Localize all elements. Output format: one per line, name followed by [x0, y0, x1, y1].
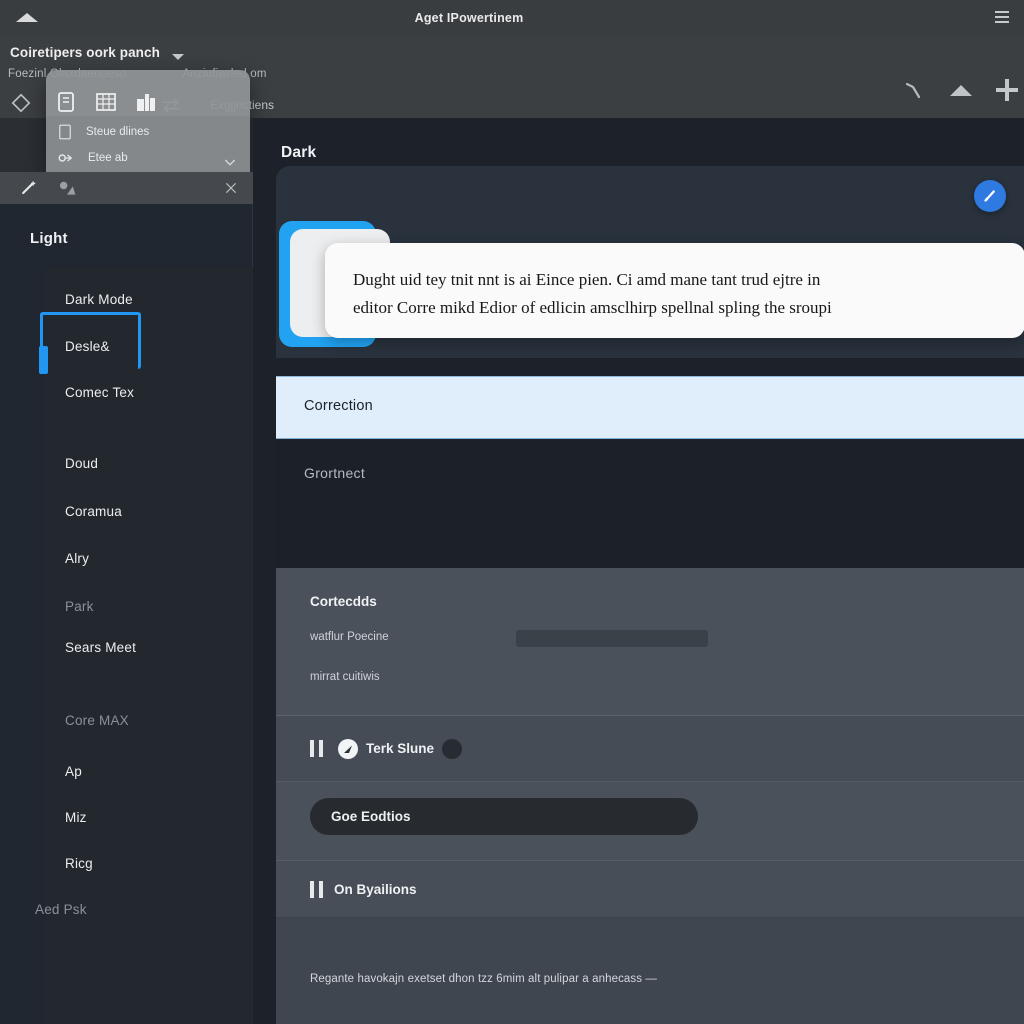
options-row[interactable]: On Byailions — [276, 860, 1024, 918]
sidebar-heading: Light — [30, 230, 68, 247]
sidebar-item-comec-tex[interactable]: Comec Tex — [65, 385, 134, 400]
dot-icon[interactable] — [442, 738, 462, 759]
sidebar-item-ricg[interactable]: Ricg — [65, 856, 93, 871]
card-text-line-2: editor Corre mikd Edior of edlicin amscl… — [353, 298, 832, 317]
grortnect-section: Grortnect — [276, 440, 1024, 568]
correction-banner[interactable]: Correction — [276, 376, 1024, 439]
arrow-circle-icon — [338, 738, 358, 759]
toolbar-right-icons — [902, 78, 1018, 102]
chevron-down-icon[interactable] — [172, 54, 184, 60]
shapes-icon[interactable] — [56, 178, 78, 198]
close-icon[interactable] — [223, 180, 239, 196]
search-input[interactable]: Goe Eodtios — [310, 798, 698, 835]
sidebar-item-ap[interactable]: Ap — [65, 764, 82, 779]
floating-menu-popover: Steue dlines Etee ab — [46, 70, 250, 172]
wrench-icon[interactable] — [902, 78, 926, 102]
playback-row[interactable]: Terk Slune — [276, 716, 1024, 782]
playback-label: Terk Slune — [366, 741, 435, 756]
editor-preview-panel: Dught uid tey tnit nnt is ai Eince pien.… — [276, 166, 1024, 358]
text-card[interactable]: Dught uid tey tnit nnt is ai Eince pien.… — [325, 243, 1024, 338]
plus-icon[interactable] — [996, 79, 1018, 101]
magic-wand-icon[interactable] — [18, 178, 40, 198]
pause-icon[interactable] — [310, 880, 323, 898]
sidebar-item-core-max[interactable]: Core MAX — [65, 713, 129, 728]
sidebar-item-doud[interactable]: Doud — [65, 456, 98, 471]
triangle-up-icon[interactable] — [950, 84, 972, 96]
arrow-glyph — [344, 745, 352, 753]
pen-icon — [984, 190, 995, 202]
popover-icon-row — [54, 90, 158, 114]
cortecdds-title: Cortecdds — [310, 594, 377, 609]
sidebar-item-desle[interactable]: Desle& — [65, 339, 110, 354]
strip-icon-group — [18, 178, 78, 198]
diamond-icon[interactable] — [10, 92, 32, 114]
options-label: On Byailions — [334, 881, 417, 897]
popover-item-label: Etee ab — [88, 152, 128, 164]
workspace-title: Coiretipers oork panch — [10, 45, 160, 60]
panel-strip-toolbar — [0, 172, 253, 204]
popover-item-steue[interactable]: Steue dlines — [56, 123, 149, 141]
search-input-value: Goe Eodtios — [331, 809, 411, 824]
sidebar-item-miz[interactable]: Miz — [65, 810, 87, 825]
input-row: Goe Eodtios — [276, 782, 1024, 860]
building-icon[interactable] — [134, 90, 158, 114]
card-text-line-1: Dught uid tey tnit nnt is ai Eince pien.… — [353, 270, 821, 289]
table-icon[interactable] — [94, 90, 118, 114]
sidebar-item-list: Dark Mode Desle& Comec Tex Doud Coramua … — [35, 268, 253, 1024]
sidebar-item-sears-meet[interactable]: Sears Meet — [65, 640, 136, 655]
sidebar: Light Dark Mode Desle& Comec Tex Doud Co… — [0, 204, 253, 1024]
grortnect-label: Grortnect — [304, 465, 366, 481]
sidebar-item-coramua[interactable]: Coramua — [65, 504, 122, 519]
sidebar-item-alry[interactable]: Alry — [65, 551, 89, 566]
document-icon — [59, 124, 71, 140]
sidebar-item-dark-mode[interactable]: Dark Mode — [65, 292, 133, 307]
main-content: Dark Dught uid tey tnit nnt is ai Eince … — [253, 118, 1024, 1024]
os-title-bar: Aget IPowertinem — [0, 0, 1024, 36]
sidebar-item-park[interactable]: Park — [65, 599, 94, 614]
correction-label: Correction — [304, 398, 373, 414]
cortecdds-progress-bar — [516, 630, 708, 647]
sidebar-selection-tab — [39, 346, 48, 374]
menu-button[interactable] — [988, 4, 1016, 30]
chevron-down-icon[interactable] — [222, 154, 238, 170]
cortecdds-row-watflur[interactable]: watflur Poecine — [310, 631, 389, 643]
sidebar-item-aed-psk[interactable]: Aed Psk — [35, 902, 87, 917]
note-icon[interactable] — [54, 90, 78, 114]
main-heading: Dark — [281, 144, 317, 161]
popover-item-label: Steue dlines — [86, 126, 150, 138]
toolbar-left-icons — [10, 92, 32, 114]
cortecdds-section: Cortecdds watflur Poecine mirrat cuitiwi… — [276, 568, 1024, 716]
cortecdds-row-mirrat[interactable]: mirrat cuitiwis — [310, 671, 380, 683]
link-icon — [58, 154, 73, 162]
hamburger-icon — [995, 11, 1009, 23]
footer-section: Regante havokajn exetset dhon tzz 6mim a… — [276, 918, 1024, 1024]
app-window: Aget IPowertinem Coiretipers oork panch … — [0, 0, 1024, 1024]
popover-list: Steue dlines Etee ab — [46, 116, 250, 172]
window-title: Aget IPowertinem — [414, 11, 524, 25]
pause-icon[interactable] — [310, 740, 323, 757]
edit-fab-button[interactable] — [974, 180, 1006, 212]
popover-item-etee[interactable]: Etee ab — [56, 149, 128, 167]
footer-note: Regante havokajn exetset dhon tzz 6mim a… — [310, 973, 658, 985]
